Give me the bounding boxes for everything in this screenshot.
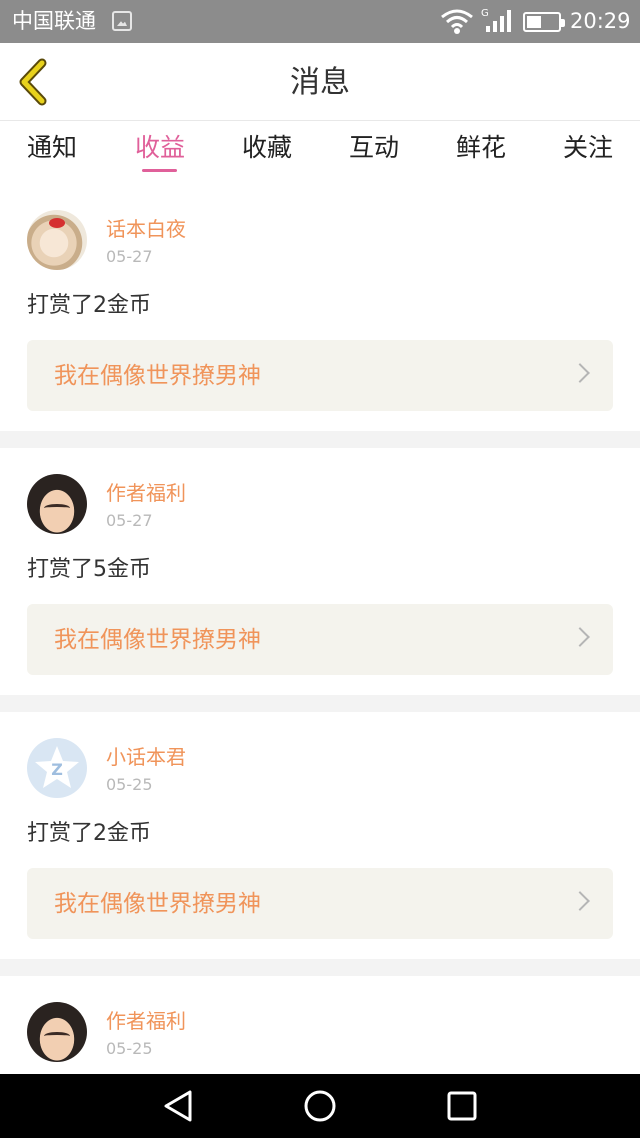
wifi-icon: [441, 9, 473, 34]
network-type-label: G: [481, 8, 489, 19]
book-title: 我在偶像世界撩男神: [54, 363, 261, 389]
book-title: 我在偶像世界撩男神: [54, 891, 261, 917]
battery-icon: [523, 12, 565, 32]
message-card: 作者福利 05-27 打赏了5金币 我在偶像世界撩男神: [0, 448, 640, 695]
header: 消息: [0, 43, 640, 121]
message-card: 作者福利 05-25: [0, 976, 640, 1074]
tab-bar: 通知 收益 收藏 互动 鲜花 关注: [0, 122, 640, 184]
book-link[interactable]: 我在偶像世界撩男神: [27, 340, 613, 411]
tab-earnings[interactable]: 收益: [120, 132, 200, 164]
tab-following[interactable]: 关注: [548, 132, 628, 164]
face-avatar-icon[interactable]: [27, 1002, 87, 1062]
message-date: 05-27: [106, 511, 153, 530]
face-avatar-icon[interactable]: [27, 474, 87, 534]
message-card: 话本白夜 05-27 打赏了2金币 我在偶像世界撩男神: [0, 184, 640, 431]
active-tab-indicator: [142, 169, 177, 172]
tab-notifications[interactable]: 通知: [12, 132, 92, 164]
book-link[interactable]: 我在偶像世界撩男神: [27, 604, 613, 675]
message-text: 打赏了2金币: [27, 821, 151, 846]
tab-flowers[interactable]: 鲜花: [441, 132, 521, 164]
author-name[interactable]: 作者福利: [106, 1008, 186, 1034]
message-text: 打赏了2金币: [27, 293, 151, 318]
tab-interactions[interactable]: 互动: [334, 132, 414, 164]
image-notification-icon: [112, 11, 132, 31]
tab-favorites[interactable]: 收藏: [227, 132, 307, 164]
author-name[interactable]: 小话本君: [106, 744, 186, 770]
qq-avatar-icon[interactable]: Z: [27, 738, 87, 798]
battery-level-fill: [527, 16, 541, 28]
author-name[interactable]: 话本白夜: [106, 216, 186, 242]
message-date: 05-25: [106, 1039, 153, 1058]
photo-avatar-icon[interactable]: [27, 210, 87, 270]
back-triangle-icon[interactable]: [160, 1088, 196, 1124]
card-divider: [0, 431, 640, 448]
book-link[interactable]: 我在偶像世界撩男神: [27, 868, 613, 939]
author-name[interactable]: 作者福利: [106, 480, 186, 506]
qq-star-icon: Z: [35, 746, 79, 788]
status-bar: 中国联通 G 20:29: [0, 0, 640, 43]
svg-text:Z: Z: [51, 760, 63, 779]
carrier-label: 中国联通: [12, 9, 96, 33]
clock-label: 20:29: [570, 9, 631, 33]
page-title: 消息: [290, 65, 350, 100]
card-divider: [0, 695, 640, 712]
chevron-right-icon: [570, 627, 590, 647]
message-text: 打赏了5金币: [27, 557, 151, 582]
message-card: Z 小话本君 05-25 打赏了2金币 我在偶像世界撩男神: [0, 712, 640, 959]
card-divider: [0, 959, 640, 976]
system-nav-bar: [0, 1074, 640, 1138]
chevron-right-icon: [570, 891, 590, 911]
home-circle-icon[interactable]: [302, 1088, 338, 1124]
chevron-right-icon: [570, 363, 590, 383]
book-title: 我在偶像世界撩男神: [54, 627, 261, 653]
message-date: 05-27: [106, 247, 153, 266]
recents-square-icon[interactable]: [444, 1088, 480, 1124]
message-date: 05-25: [106, 775, 153, 794]
signal-icon: G: [481, 8, 511, 32]
